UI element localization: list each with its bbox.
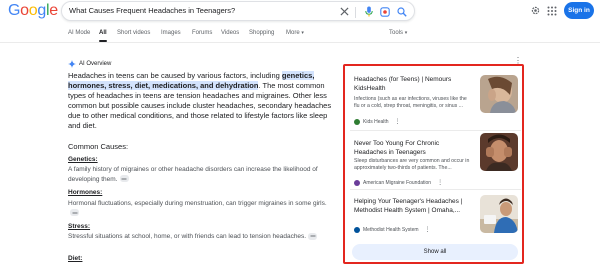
cause-heading-hormones: Hormones: xyxy=(68,189,103,196)
link-icon[interactable] xyxy=(119,175,129,183)
more-options-icon[interactable]: ⋮ xyxy=(437,179,443,186)
search-tabs: AI Mode All Short videos Images Forums V… xyxy=(0,26,600,42)
settings-icon[interactable] xyxy=(529,4,542,17)
chevron-down-icon: ▾ xyxy=(301,30,304,36)
amf-favicon-icon xyxy=(354,179,360,186)
ai-overview-intro: Headaches in teens can be caused by vari… xyxy=(68,71,332,131)
source-thumbnail xyxy=(480,195,518,233)
search-icon[interactable] xyxy=(395,5,408,18)
card-divider xyxy=(350,130,521,131)
more-options-icon[interactable]: ⋮ xyxy=(395,118,401,125)
sources-panel: Headaches (for Teens) | Nemours KidsHeal… xyxy=(343,64,524,264)
cause-text-stress-body: Stressful situations at school, home, or… xyxy=(68,233,307,240)
source-card-title[interactable]: Headaches (for Teens) | Nemours KidsHeal… xyxy=(354,75,472,93)
more-options-icon[interactable]: ⋮ xyxy=(425,226,431,233)
tab-more-label: More xyxy=(286,30,300,36)
kidshealth-favicon-icon xyxy=(354,118,360,125)
source-name: American Migraine Foundation xyxy=(363,179,432,186)
cause-heading-diet: Diet: xyxy=(68,255,83,262)
cause-heading-stress: Stress: xyxy=(68,223,91,230)
chevron-down-icon: ▾ xyxy=(404,30,408,36)
mic-icon[interactable] xyxy=(362,5,375,18)
source-card-desc: Infections (such as ear infections, viru… xyxy=(354,96,467,109)
link-icon[interactable] xyxy=(308,232,318,240)
source-name: Methodist Health System xyxy=(363,226,419,233)
cause-text-hormones: Hormonal fluctuations, especially during… xyxy=(68,199,332,218)
tools-label: Tools xyxy=(389,30,404,36)
tab-ai-mode[interactable]: AI Mode xyxy=(68,30,90,36)
common-causes-heading: Common Causes: xyxy=(68,142,129,151)
header: Google What Causes Frequent Headaches in… xyxy=(0,0,600,22)
source-name: Kids Health xyxy=(363,118,389,125)
tab-all[interactable]: All xyxy=(99,30,107,42)
cause-text-genetics: A family history of migraines or other h… xyxy=(68,165,332,184)
tab-forums[interactable]: Forums xyxy=(192,30,212,36)
link-icon[interactable] xyxy=(70,209,79,217)
search-box[interactable]: What Causes Frequent Headaches in Teenag… xyxy=(61,1,415,21)
show-all-button[interactable]: Show all xyxy=(352,244,518,260)
search-divider xyxy=(355,7,356,18)
source-card[interactable]: Headaches (for Teens) | Nemours KidsHeal… xyxy=(350,75,520,125)
source-card-title[interactable]: Helping Your Teenager's Headaches | Meth… xyxy=(354,197,472,215)
source-thumbnail xyxy=(480,133,518,171)
source-thumbnail xyxy=(480,75,518,113)
source-card[interactable]: Never Too Young For Chronic Headaches in… xyxy=(350,133,520,189)
methodist-favicon-icon xyxy=(354,226,360,233)
sign-in-button[interactable]: Sign in xyxy=(564,2,594,19)
tab-images[interactable]: Images xyxy=(161,30,181,36)
card-divider xyxy=(350,189,521,190)
apps-icon[interactable] xyxy=(545,4,558,17)
tab-videos[interactable]: Videos xyxy=(221,30,239,36)
intro-text-start: Headaches in teens can be caused by vari… xyxy=(68,71,282,80)
ai-overview-title: AI Overview xyxy=(79,61,112,67)
tab-more[interactable]: More ▾ xyxy=(286,30,304,36)
source-card-site: Methodist Health System ⋮ xyxy=(354,226,431,233)
lens-icon[interactable] xyxy=(378,5,391,18)
tools-button[interactable]: Tools ▾ xyxy=(389,30,407,36)
cause-text-hormones-body: Hormonal fluctuations, especially during… xyxy=(68,200,327,207)
cause-text-genetics-body: A family history of migraines or other h… xyxy=(68,166,318,183)
tabs-divider xyxy=(0,42,600,43)
search-query[interactable]: What Causes Frequent Headaches in Teenag… xyxy=(69,6,235,15)
source-card-desc: Sleep disturbances are very common and o… xyxy=(354,158,470,171)
source-card[interactable]: Helping Your Teenager's Headaches | Meth… xyxy=(350,195,520,237)
clear-icon[interactable] xyxy=(338,5,351,18)
source-card-site: American Migraine Foundation ⋮ xyxy=(354,179,443,186)
tab-shopping[interactable]: Shopping xyxy=(249,30,274,36)
google-logo[interactable]: Google xyxy=(8,2,58,20)
cause-text-stress: Stressful situations at school, home, or… xyxy=(68,232,332,242)
tab-short-videos[interactable]: Short videos xyxy=(117,30,150,36)
source-card-title[interactable]: Never Too Young For Chronic Headaches in… xyxy=(354,139,472,157)
source-card-site: Kids Health ⋮ xyxy=(354,118,401,125)
cause-heading-genetics: Genetics: xyxy=(68,156,98,163)
